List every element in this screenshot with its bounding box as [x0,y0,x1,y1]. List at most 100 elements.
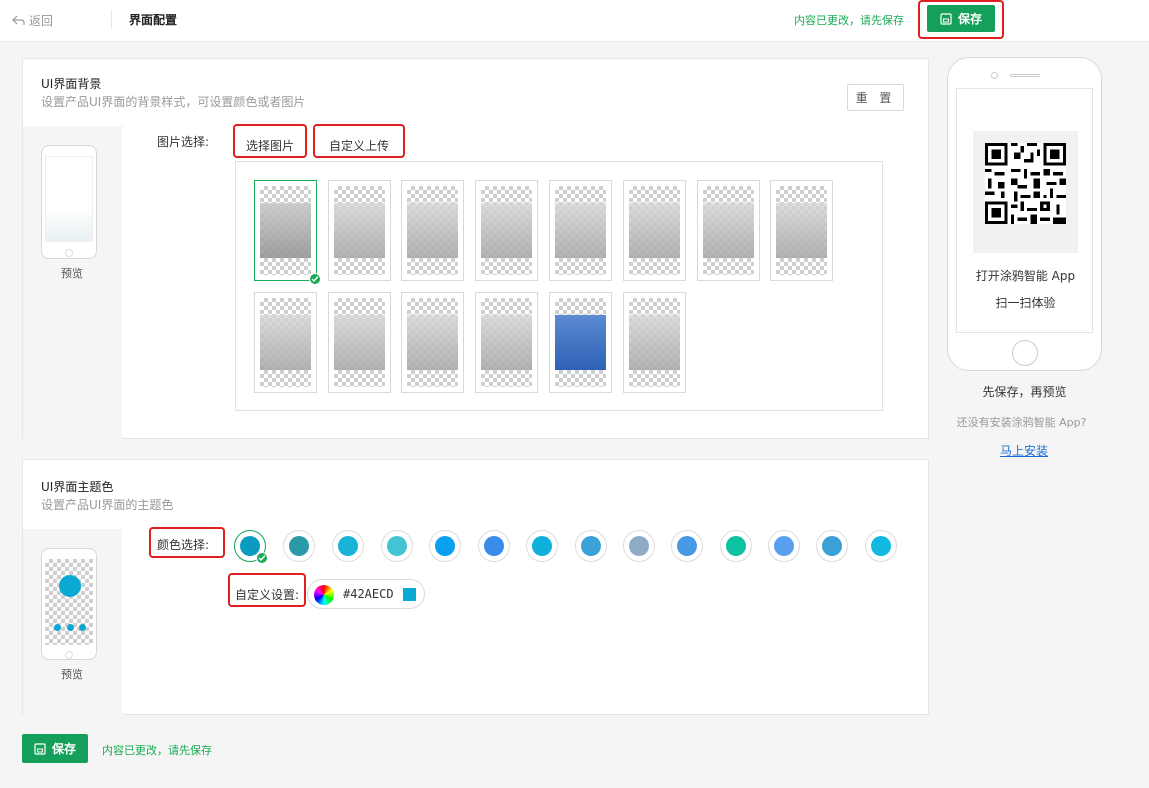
background-thumbnail[interactable] [549,180,612,281]
background-preview-pane: 预览 [23,126,122,439]
color-swatch[interactable] [575,530,607,562]
color-swatch[interactable] [332,530,364,562]
background-thumbnail[interactable] [770,180,833,281]
ui-background-card: UI界面背景 设置产品UI界面的背景样式，可设置颜色或者图片 重 置 预览 图片… [22,58,929,439]
qr-caption-scan: 扫一扫体验 [995,296,1056,310]
background-thumbnail[interactable] [328,180,391,281]
background-thumbnail[interactable] [328,292,391,393]
color-swatch[interactable] [381,530,413,562]
phone-qr-preview: 打开涂鸦智能 App 扫一扫体验 [947,57,1102,371]
section-subtitle: 设置产品UI界面的主题色 [41,498,174,512]
color-swatch[interactable] [478,530,510,562]
qr-caption-open-app: 打开涂鸦智能 App [975,269,1076,283]
thumbnail-image [481,186,532,275]
tab-select-image[interactable]: 选择图片 [236,131,304,159]
background-thumbnail[interactable] [401,292,464,393]
color-preview-square [403,588,416,601]
theme-accent-dot [54,624,61,631]
theme-preview-pane: 预览 [23,529,122,715]
background-thumbnail[interactable] [697,180,760,281]
background-thumbnail[interactable] [254,292,317,393]
thumbnail-image [260,186,311,275]
thumbnail-image [334,186,385,275]
image-gallery [235,161,883,411]
back-button[interactable]: 返回 [12,12,53,29]
thumbnail-image [555,186,606,275]
selected-check-icon [256,552,268,564]
color-swatch[interactable] [526,530,558,562]
background-thumbnail[interactable] [623,180,686,281]
divider [111,10,112,28]
qr-code-icon [985,143,1066,224]
install-app-link[interactable]: 马上安装 [992,442,1056,459]
preview-label: 预览 [61,267,83,280]
thumbnail-image [776,186,827,275]
theme-accent-circle [59,575,81,597]
custom-setting-label: 自定义设置: [235,588,300,602]
theme-accent-dot [79,624,86,631]
color-select-label: 颜色选择: [157,538,210,552]
phone-camera [991,72,998,79]
reset-button[interactable]: 重 置 [847,84,904,111]
phone-preview [41,548,97,660]
footer-save-button[interactable]: 保存 [22,734,88,763]
color-swatch[interactable] [768,530,800,562]
phone-home-button [65,249,73,257]
color-swatch[interactable] [671,530,703,562]
custom-color-picker[interactable]: #42AECD [307,579,425,609]
qr-code [973,131,1078,253]
save-icon [940,12,952,25]
footer-unsaved-notice: 内容已更改，请先保存 [102,744,212,757]
phone-screen: 打开涂鸦智能 App 扫一扫体验 [956,88,1093,333]
section-title: UI界面主题色 [41,480,114,494]
phone-preview-screen [45,156,93,242]
back-arrow-icon [12,15,25,25]
thumbnail-image [407,298,458,387]
phone-speaker [1010,74,1040,77]
thumbnail-image [334,298,385,387]
color-swatch[interactable] [283,530,315,562]
top-bar: 返回 界面配置 内容已更改，请先保存 保存 [0,0,1149,42]
phone-preview-screen [45,559,93,645]
save-first-hint: 先保存，再预览 [982,385,1067,399]
selected-check-icon [309,273,321,285]
color-swatch[interactable] [234,530,268,564]
background-thumbnail[interactable] [475,292,538,393]
color-swatch[interactable] [429,530,461,562]
back-label: 返回 [29,14,54,28]
phone-home-button [65,651,73,659]
image-select-label: 图片选择: [157,135,210,149]
background-thumbnail[interactable] [549,292,612,393]
background-thumbnail[interactable] [254,180,321,285]
color-swatch[interactable] [816,530,848,562]
preview-label: 预览 [61,668,83,681]
thumbnail-image [629,298,680,387]
tab-custom-upload[interactable]: 自定义上传 [315,131,403,159]
save-button[interactable]: 保存 [927,5,995,32]
color-swatch[interactable] [623,530,655,562]
section-subtitle: 设置产品UI界面的背景样式，可设置颜色或者图片 [41,95,306,109]
thumbnail-image [555,298,606,387]
unsaved-notice: 内容已更改，请先保存 [794,14,904,27]
section-title: UI界面背景 [41,77,102,91]
page-title: 界面配置 [129,13,178,27]
save-label: 保存 [51,742,76,756]
theme-accent-dot [67,624,74,631]
hex-color-input[interactable]: #42AECD [343,587,393,601]
thumbnail-image [629,186,680,275]
background-thumbnail[interactable] [401,180,464,281]
not-installed-hint: 还没有安装涂鸦智能 App? [956,416,1087,429]
ui-theme-color-card: UI界面主题色 设置产品UI界面的主题色 预览 颜色选择: 自定义设置: #42… [22,459,929,715]
save-icon [34,742,46,755]
color-wheel-icon[interactable] [314,585,334,605]
background-thumbnail[interactable] [475,180,538,281]
thumbnail-image [703,186,754,275]
color-swatch[interactable] [720,530,752,562]
background-thumbnail[interactable] [623,292,686,393]
thumbnail-image [481,298,532,387]
phone-preview [41,145,97,259]
thumbnail-image [260,298,311,387]
color-swatch[interactable] [865,530,897,562]
save-label: 保存 [957,12,982,26]
phone-home-button [1012,340,1038,366]
